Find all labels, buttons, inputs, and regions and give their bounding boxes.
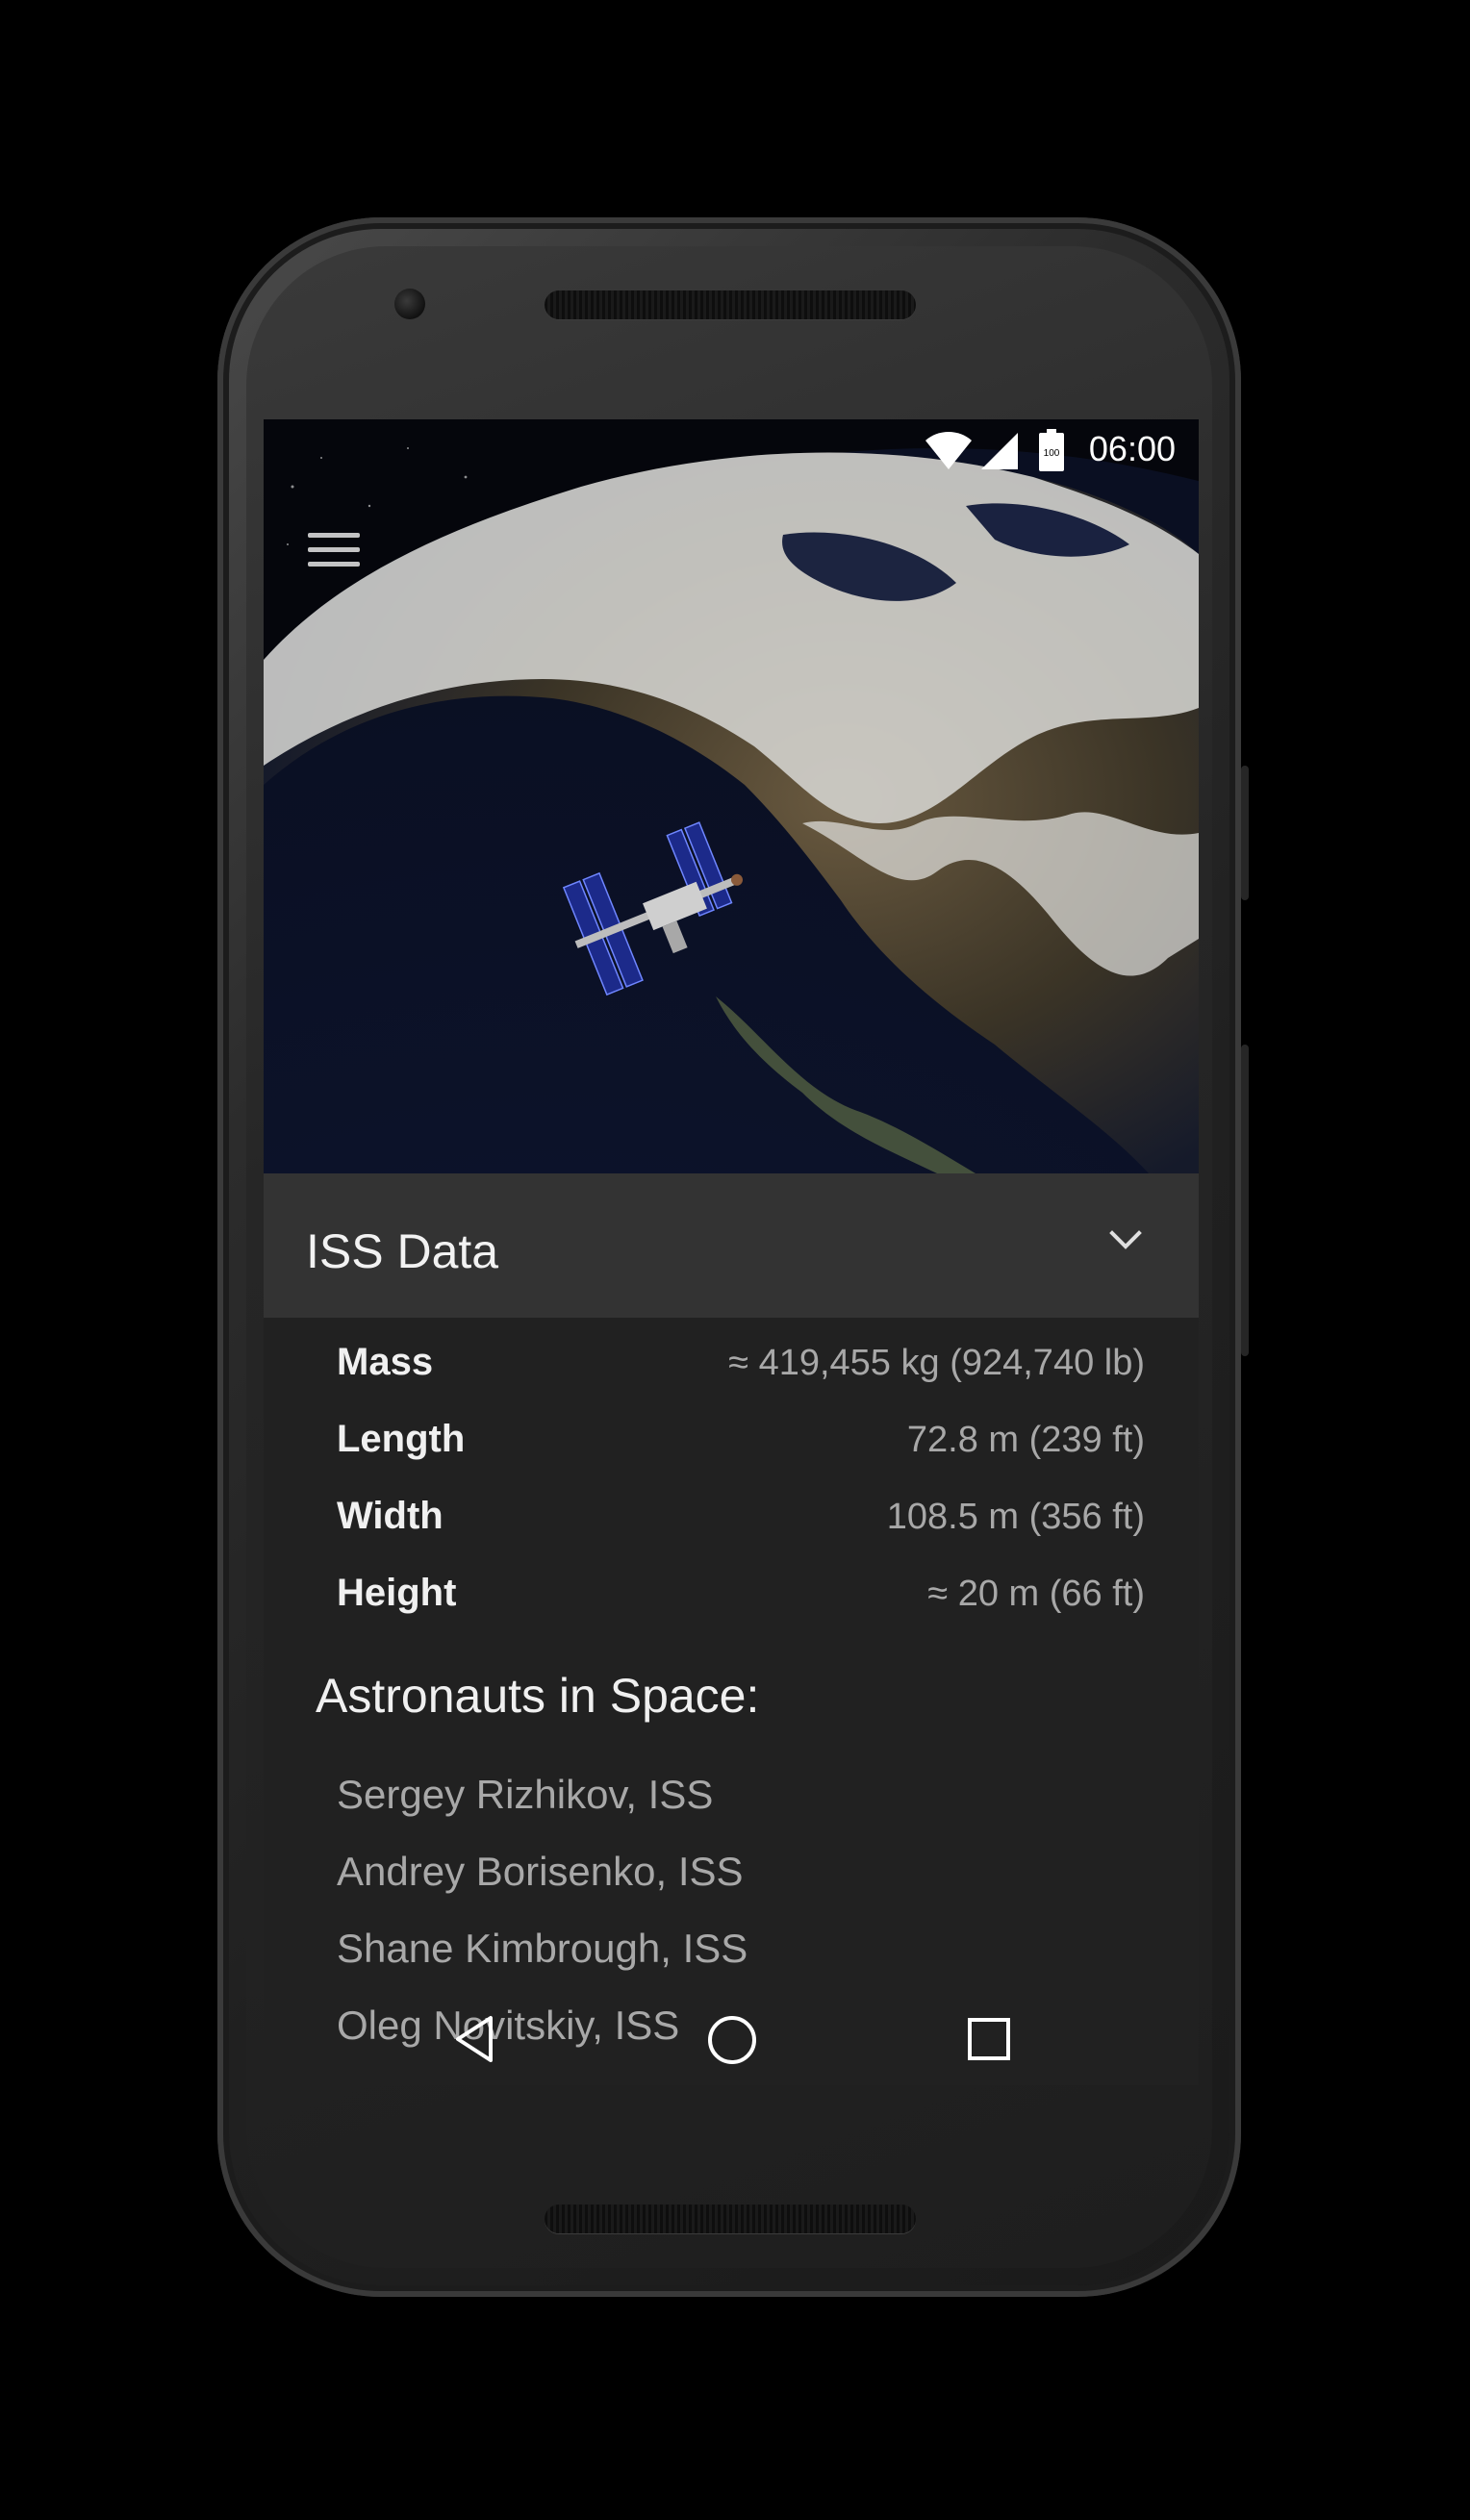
iss-data-row-mass: Mass ≈ 419,455 kg (924,740 lb) (337, 1341, 1145, 1399)
data-value: ≈ 419,455 kg (924,740 lb) (728, 1343, 1145, 1383)
data-label: Length (337, 1418, 466, 1460)
battery-icon: 100 (1039, 429, 1064, 471)
earth-iss-view[interactable]: 100 06:00 (264, 419, 1199, 1173)
chevron-down-icon[interactable] (1108, 1229, 1143, 1252)
data-value: ≈ 20 m (66 ft) (927, 1574, 1145, 1614)
astronaut-item: Andrey Borisenko, ISS (337, 1849, 744, 1894)
panel-title: ISS Data (306, 1224, 499, 1278)
home-circle-icon[interactable] (706, 2014, 758, 2066)
front-camera (394, 289, 425, 319)
app-screen: 100 06:00 ISS Data Mass ≈ 419,455 kg (92… (264, 419, 1199, 2085)
data-label: Mass (337, 1341, 434, 1383)
earth-scene (264, 419, 1199, 1173)
iss-data-row-width: Width 108.5 m (356 ft) (337, 1495, 1145, 1552)
data-label: Height (337, 1572, 457, 1614)
data-label: Width (337, 1495, 444, 1537)
phone-power-button (1241, 766, 1249, 900)
wifi-icon (925, 432, 972, 469)
cell-signal-icon (981, 433, 1018, 469)
data-value: 72.8 m (239 ft) (906, 1420, 1145, 1460)
astronaut-item: Sergey Rizhikov, ISS (337, 1772, 714, 1817)
battery-level: 100 (1044, 448, 1060, 459)
iss-data-header[interactable]: ISS Data (264, 1173, 1199, 1318)
top-speaker (545, 290, 916, 319)
data-value: 108.5 m (356 ft) (886, 1497, 1145, 1537)
astronauts-title: Astronauts in Space: (316, 1669, 760, 1723)
status-time: 06:00 (1088, 429, 1176, 468)
back-triangle-icon[interactable] (452, 2014, 498, 2064)
bottom-speaker (545, 2205, 916, 2233)
status-bar: 100 06:00 (264, 419, 1199, 481)
phone-volume-button (1241, 1045, 1249, 1356)
android-nav-bar (264, 1960, 1199, 2085)
menu-icon[interactable] (308, 533, 360, 571)
iss-data-row-length: Length 72.8 m (239 ft) (337, 1418, 1145, 1475)
iss-data-row-height: Height ≈ 20 m (66 ft) (337, 1572, 1145, 1629)
recents-square-icon[interactable] (966, 2016, 1012, 2062)
